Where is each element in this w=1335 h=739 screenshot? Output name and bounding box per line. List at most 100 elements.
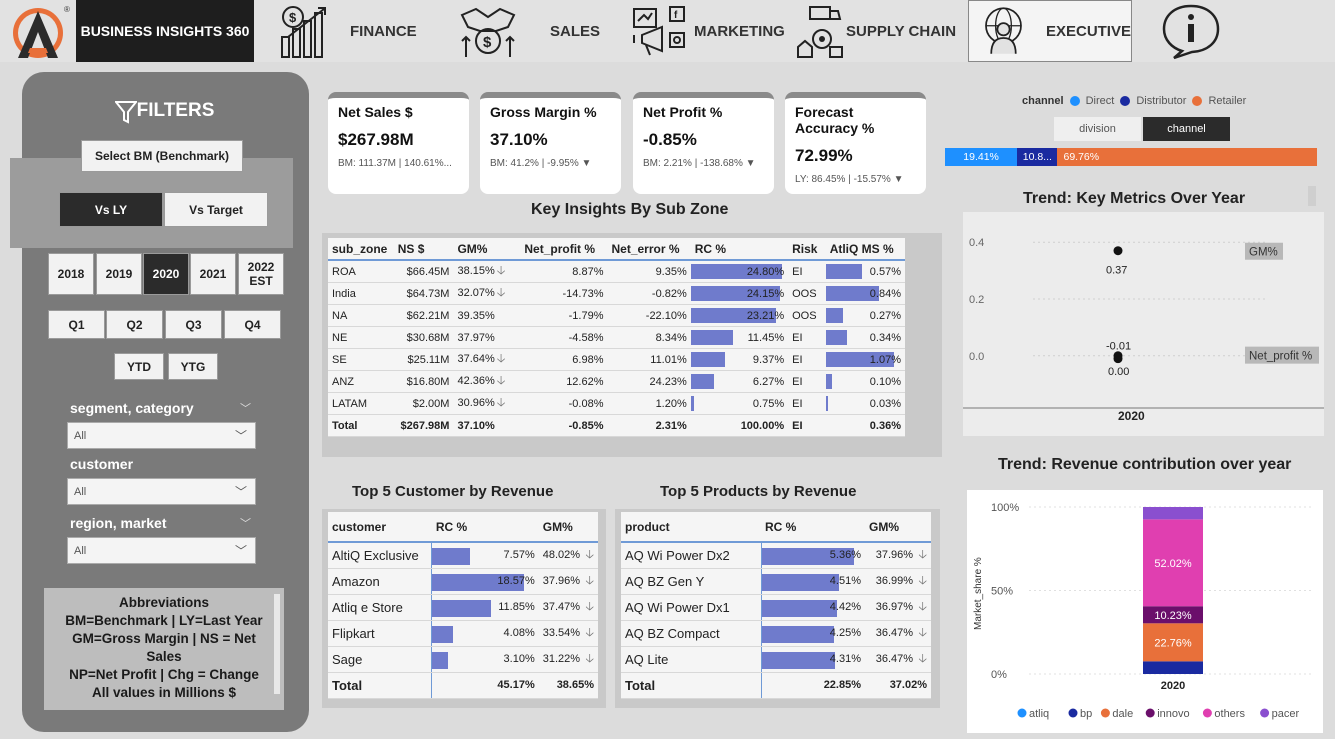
vs-target-button[interactable]: Vs Target bbox=[164, 192, 268, 227]
ms-databar bbox=[825, 308, 843, 323]
quarter-q3-button[interactable]: Q3 bbox=[165, 310, 222, 339]
nav-sales[interactable]: $ SALES bbox=[458, 0, 600, 62]
table-row[interactable]: AQ BZ Compact 4.25% 36.47% 🡣 bbox=[621, 620, 931, 647]
table-row[interactable]: LATAM $2.00M 30.96% 🡣 -0.08% 1.20% 0.75% EI 0.03… bbox=[328, 392, 905, 415]
col-header[interactable]: Net_profit % bbox=[520, 238, 608, 261]
year-2018-button[interactable]: 2018 bbox=[48, 253, 94, 295]
col-header[interactable]: Net_error % bbox=[607, 238, 691, 261]
subzone-table[interactable]: sub_zone NS $ GM% Net_profit % Net_error… bbox=[328, 238, 905, 437]
table-row[interactable]: AltiQ Exclusive 7.57% 48.02% 🡣 bbox=[328, 542, 598, 569]
customer-dropdown[interactable]: All ﹀ bbox=[67, 478, 256, 505]
col-header[interactable]: AtliQ MS % bbox=[825, 238, 905, 261]
table-row[interactable]: Atliq e Store 11.85% 37.47% 🡣 bbox=[328, 594, 598, 621]
year-2021-button[interactable]: 2021 bbox=[190, 253, 236, 295]
channel-stacked-bar[interactable]: 19.41% 10.8... 69.76% bbox=[945, 148, 1317, 166]
nav-supply-chain[interactable]: SUPPLY CHAIN bbox=[796, 0, 956, 62]
legend-item[interactable]: pacer bbox=[1272, 708, 1300, 720]
table-row[interactable]: SE $25.11M 37.64% 🡣 6.98% 11.01% 9.37% EI 1.07% bbox=[328, 348, 905, 371]
chevron-down-icon[interactable]: ﹀ bbox=[240, 400, 251, 416]
cell-np: 6.98% bbox=[520, 348, 608, 371]
legend-item[interactable]: atliq bbox=[1029, 708, 1049, 720]
table-row[interactable]: AQ Wi Power Dx2 5.36% 37.96% 🡣 bbox=[621, 542, 931, 569]
col-header[interactable]: RC % bbox=[690, 238, 789, 261]
ytg-button[interactable]: YTG bbox=[168, 353, 218, 380]
col-header[interactable]: GM% bbox=[865, 512, 931, 543]
table-total-row[interactable]: Total 45.17% 38.65% bbox=[328, 672, 598, 699]
year-2022-est-button[interactable]: 2022 EST bbox=[238, 253, 284, 295]
data-point[interactable] bbox=[1113, 351, 1123, 361]
top-products-table[interactable]: product RC % GM% AQ Wi Power Dx2 5.36% 37.… bbox=[621, 512, 931, 699]
nav-executive[interactable]: EXECUTIVE bbox=[968, 0, 1132, 62]
data-point[interactable] bbox=[1113, 246, 1123, 256]
region-dropdown[interactable]: All ﹀ bbox=[67, 537, 256, 564]
brand-title[interactable]: BUSINESS INSIGHTS 360 bbox=[76, 0, 254, 62]
cell-name: Sage bbox=[328, 646, 433, 673]
nav-finance[interactable]: $ FINANCE bbox=[280, 0, 417, 62]
table-row[interactable]: AQ Wi Power Dx1 4.42% 36.97% 🡣 bbox=[621, 594, 931, 621]
table-row[interactable]: ANZ $16.80M 42.36% 🡣 12.62% 24.23% 6.27% EI 0.10… bbox=[328, 370, 905, 393]
cell-np: 8.87% bbox=[520, 260, 608, 283]
table-row[interactable]: NE $30.68M 37.97% -4.58% 8.34% 11.45% EI 0.34% bbox=[328, 326, 905, 349]
channel-bar-segment[interactable]: 19.41% bbox=[945, 148, 1018, 166]
table-total-row[interactable]: Total $267.98M 37.10% -0.85% 2.31% 100.00% EI 0… bbox=[328, 414, 905, 437]
channel-toggle[interactable]: channel bbox=[1143, 117, 1230, 141]
col-header[interactable]: NS $ bbox=[393, 238, 454, 261]
bar-segment-bp[interactable] bbox=[1143, 661, 1203, 674]
bar-segment-pacer[interactable] bbox=[1143, 507, 1203, 520]
kpi-card-net-profit: Net Profit % -0.85% BM: 2.21% | -138.68%… bbox=[633, 92, 774, 194]
info-icon[interactable] bbox=[1160, 2, 1222, 60]
division-toggle[interactable]: division bbox=[1054, 117, 1141, 141]
legend-item[interactable]: innovo bbox=[1157, 708, 1189, 720]
col-header[interactable]: product bbox=[621, 512, 761, 543]
channel-bar-segment[interactable]: 10.8... bbox=[1017, 148, 1058, 166]
year-2020-button[interactable]: 2020 bbox=[143, 253, 189, 295]
table-row[interactable]: India $64.73M 32.07% 🡣 -14.73% -0.82% 24.15% OO… bbox=[328, 282, 905, 305]
svg-text:$: $ bbox=[289, 10, 297, 25]
vs-ly-button[interactable]: Vs LY bbox=[59, 192, 163, 227]
table-row[interactable]: Flipkart 4.08% 33.54% 🡣 bbox=[328, 620, 598, 647]
kpi-card-gross-margin: Gross Margin % 37.10% BM: 41.2% | -9.95%… bbox=[480, 92, 621, 194]
quarter-q1-button[interactable]: Q1 bbox=[48, 310, 105, 339]
select-bm-button[interactable]: Select BM (Benchmark) bbox=[81, 140, 243, 172]
scrollbar[interactable] bbox=[274, 594, 280, 694]
cell-name: AQ Wi Power Dx2 bbox=[621, 542, 762, 569]
bar-segment-label: 52.02% bbox=[1154, 558, 1192, 570]
col-header[interactable]: GM% bbox=[453, 238, 521, 261]
down-arrow-icon: 🡣 bbox=[582, 546, 594, 561]
col-header[interactable]: RC % bbox=[431, 512, 539, 543]
channel-bar-segment[interactable]: 69.76% bbox=[1057, 148, 1317, 166]
cell-ne: 11.01% bbox=[607, 348, 691, 371]
down-arrow-icon: 🡣 bbox=[582, 624, 594, 639]
legend-item[interactable]: others bbox=[1214, 708, 1245, 720]
table-row[interactable]: NA $62.21M 39.35% -1.79% -22.10% 23.21% OOS 0.2… bbox=[328, 304, 905, 327]
col-header[interactable]: sub_zone bbox=[328, 238, 394, 261]
year-2019-button[interactable]: 2019 bbox=[96, 253, 142, 295]
legend-item[interactable]: bp bbox=[1080, 708, 1092, 720]
col-header[interactable]: customer bbox=[328, 512, 432, 543]
table-row[interactable]: AQ BZ Gen Y 4.51% 36.99% 🡣 bbox=[621, 568, 931, 595]
quarter-q4-button[interactable]: Q4 bbox=[224, 310, 281, 339]
col-header[interactable]: Risk bbox=[788, 238, 826, 261]
scrollbar[interactable] bbox=[1308, 186, 1316, 206]
top-customers-table[interactable]: customer RC % GM% AltiQ Exclusive 7.57% 48… bbox=[328, 512, 598, 699]
table-row[interactable]: AQ Lite 4.31% 36.47% 🡣 bbox=[621, 646, 931, 673]
quarter-q2-button[interactable]: Q2 bbox=[106, 310, 163, 339]
legend-item[interactable]: dale bbox=[1112, 708, 1133, 720]
table-row[interactable]: Amazon 18.57% 37.96% 🡣 bbox=[328, 568, 598, 595]
cell-ms-value: 0.10% bbox=[869, 375, 901, 388]
cell-rc: 4.08% bbox=[431, 620, 539, 647]
table-total-row[interactable]: Total 22.85% 37.02% bbox=[621, 672, 931, 699]
col-header[interactable]: GM% bbox=[538, 512, 598, 543]
legend-item[interactable]: Distributor bbox=[1136, 95, 1186, 107]
cell-gm-value: 37.96% bbox=[542, 574, 581, 587]
nav-marketing[interactable]: f MARKETING bbox=[632, 0, 785, 62]
ytd-button[interactable]: YTD bbox=[114, 353, 164, 380]
chevron-down-icon[interactable]: ﹀ bbox=[240, 515, 251, 531]
table-row[interactable]: ROA $66.45M 38.15% 🡣 8.87% 9.35% 24.80% EI 0.57% bbox=[328, 260, 905, 283]
segment-dropdown[interactable]: All ﹀ bbox=[67, 422, 256, 449]
table-row[interactable]: Sage 3.10% 31.22% 🡣 bbox=[328, 646, 598, 673]
cell-ms-value: 0.57% bbox=[869, 265, 901, 278]
legend-item[interactable]: Direct bbox=[1086, 95, 1115, 107]
legend-item[interactable]: Retailer bbox=[1208, 95, 1246, 107]
col-header[interactable]: RC % bbox=[761, 512, 865, 543]
